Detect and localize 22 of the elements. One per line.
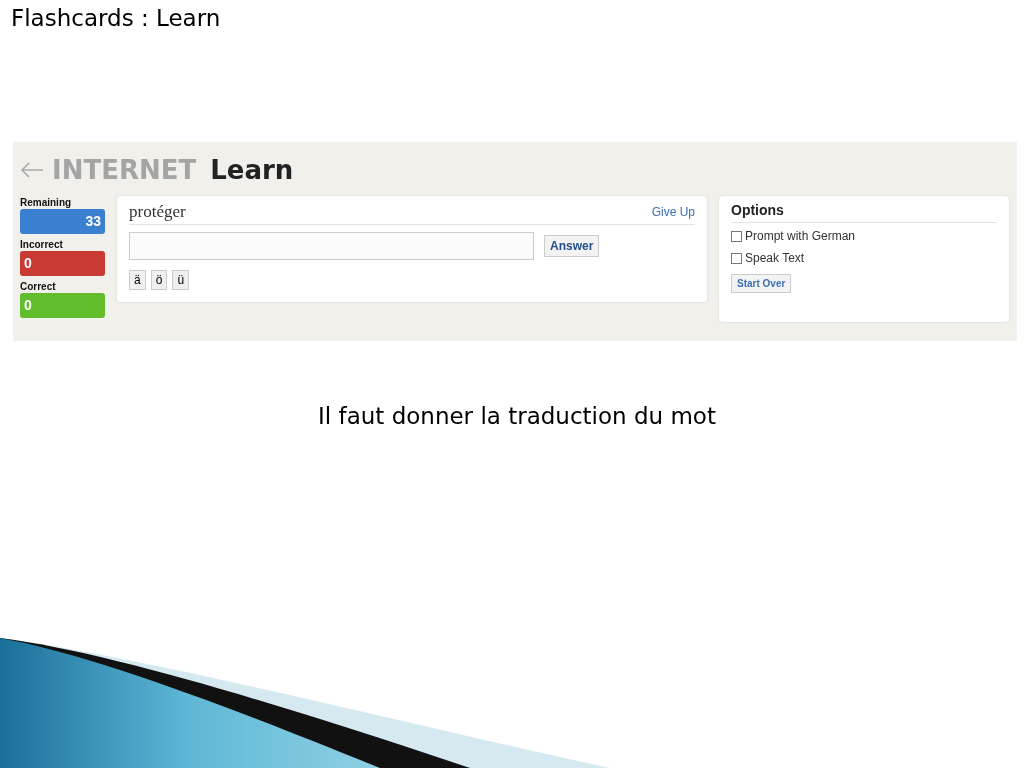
checkbox[interactable] [731,252,742,264]
score-label: Incorrect [20,238,64,251]
accent-key[interactable]: ü [172,270,190,290]
options-title: Options [731,202,997,223]
score-counter: 33 [20,209,105,234]
page-heading: Learn [210,155,294,185]
answer-field[interactable] [129,232,534,260]
slide-title: Flashcards : Learn [10,4,222,33]
answer-button[interactable]: Answer [544,235,600,257]
checkbox-label: Prompt with German [745,229,856,243]
score-label: Correct [20,280,57,293]
slide-caption: Il faut donner la traduction du mot [318,403,716,429]
score-counter: 0 [20,293,105,318]
score-counter: 0 [20,251,105,276]
start-over-button[interactable]: Start Over [731,274,792,293]
checkbox-label: Speak Text [745,251,805,265]
give-up-link[interactable]: Give Up [651,205,695,219]
score-label: Remaining [20,196,73,209]
accent-key[interactable]: ä [129,270,146,290]
checkbox[interactable] [731,230,742,242]
accent-key[interactable]: ö [150,270,168,290]
prompt-word: protéger [129,202,186,222]
